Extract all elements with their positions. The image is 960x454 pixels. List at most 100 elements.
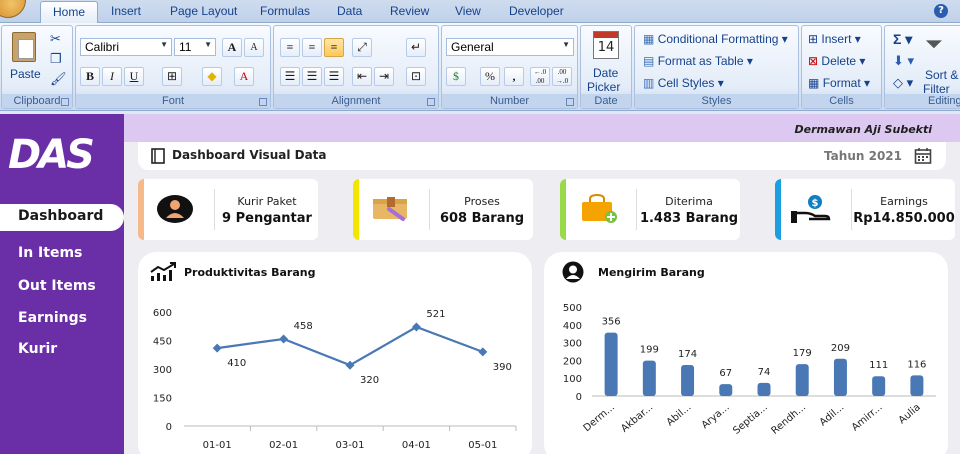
- font-launcher-icon[interactable]: [259, 98, 267, 106]
- comma-button[interactable]: ,: [504, 67, 524, 86]
- number-group-label: Number: [442, 94, 577, 108]
- office-button[interactable]: [0, 0, 26, 18]
- date-picker-label-2[interactable]: Picker: [587, 80, 620, 94]
- copy-icon[interactable]: ❐: [50, 51, 62, 67]
- bar: [719, 384, 733, 396]
- cell-styles-label: Cell Styles: [657, 76, 715, 90]
- sidebar-item-dashboard[interactable]: Dashboard: [0, 204, 124, 231]
- increase-indent-icon[interactable]: ⇥: [374, 67, 394, 86]
- sort-filter-label-1[interactable]: Sort &: [925, 68, 958, 82]
- number-format-combo[interactable]: General ▼: [446, 38, 574, 56]
- increase-decimal-button[interactable]: ←.0 .00: [530, 67, 550, 86]
- currency-icon[interactable]: $: [446, 67, 466, 86]
- shrink-font-button[interactable]: A: [244, 38, 264, 57]
- conditional-formatting-icon: ▦: [643, 32, 655, 46]
- delete-cells-button[interactable]: ⊠ Delete ▾: [808, 54, 865, 68]
- date-picker-label-1[interactable]: Date: [593, 66, 618, 80]
- clear-icon[interactable]: ◇ ▾: [893, 75, 913, 91]
- cell-styles-icon: ▥: [643, 76, 655, 90]
- sort-filter-icon[interactable]: ⏷: [925, 31, 943, 57]
- cell-styles-button[interactable]: ▥ Cell Styles ▾: [643, 76, 724, 90]
- tab-view[interactable]: View: [455, 4, 481, 18]
- decrease-indent-icon[interactable]: ⇤: [352, 67, 372, 86]
- user-icon: [157, 195, 193, 223]
- das-logo: DAS: [8, 132, 95, 178]
- orientation-icon[interactable]: ⤢: [352, 38, 372, 57]
- cut-icon[interactable]: ✂: [50, 31, 61, 47]
- format-cells-button[interactable]: ▦ Format ▾: [808, 76, 870, 90]
- autosum-icon[interactable]: Σ ▾: [893, 31, 912, 48]
- font-name-combo[interactable]: Calibri ▼: [80, 38, 172, 56]
- tab-data[interactable]: Data: [337, 4, 362, 18]
- package-icon: [373, 197, 407, 221]
- tab-home[interactable]: Home: [40, 1, 99, 24]
- align-right-icon[interactable]: ☰: [324, 67, 344, 86]
- sidebar-item-out-items[interactable]: Out Items: [18, 278, 96, 294]
- y-tick-label: 300: [153, 365, 172, 376]
- grow-font-button[interactable]: A: [222, 38, 242, 57]
- line-data-label: 320: [360, 375, 379, 386]
- kpi-value: 608 Barang: [439, 211, 525, 226]
- underline-button[interactable]: U: [124, 67, 144, 86]
- clipboard-launcher-icon[interactable]: [61, 98, 69, 106]
- x-tick-label: 05-01: [468, 440, 497, 451]
- decrease-decimal-button[interactable]: .00 →.0: [552, 67, 572, 86]
- money-hand-icon: $: [791, 195, 831, 223]
- year-label: Tahun 2021: [824, 149, 902, 163]
- format-painter-icon[interactable]: 🖌: [50, 71, 67, 87]
- tab-insert[interactable]: Insert: [111, 4, 141, 18]
- format-as-table-button[interactable]: ▤ Format as Table ▾: [643, 54, 753, 68]
- align-middle-icon[interactable]: ≡: [302, 38, 322, 57]
- percent-button[interactable]: %: [480, 67, 500, 86]
- svg-text:$: $: [812, 198, 819, 209]
- font-color-icon[interactable]: A: [234, 67, 254, 86]
- number-launcher-icon[interactable]: [566, 98, 574, 106]
- tab-developer[interactable]: Developer: [509, 4, 564, 18]
- bag-add-icon: [582, 193, 617, 223]
- italic-button[interactable]: I: [102, 67, 122, 86]
- borders-icon[interactable]: ⊞: [162, 67, 182, 86]
- group-clipboard: Paste ✂ ❐ 🖌 Clipboard: [1, 25, 73, 109]
- fill-icon[interactable]: ⬇ ▾: [893, 53, 914, 69]
- help-icon[interactable]: ?: [934, 4, 948, 18]
- page-title: Dashboard Visual Data: [172, 148, 327, 162]
- dashboard-main: Dermawan Aji Subekti Dashboard Visual Da…: [124, 114, 960, 454]
- sidebar-item-earnings[interactable]: Earnings: [18, 310, 87, 326]
- merge-center-icon[interactable]: ⊡: [406, 67, 426, 86]
- y-tick-label: 0: [166, 422, 172, 433]
- alignment-launcher-icon[interactable]: [427, 98, 435, 106]
- kpi-strip: [775, 179, 781, 240]
- align-left-icon[interactable]: ☰: [280, 67, 300, 86]
- align-top-icon[interactable]: ≡: [280, 38, 300, 57]
- insert-cells-button[interactable]: ⊞ Insert ▾: [808, 32, 861, 46]
- bar: [795, 364, 809, 396]
- paste-icon[interactable]: [12, 32, 36, 62]
- y-tick-label: 150: [153, 394, 172, 405]
- tab-formulas[interactable]: Formulas: [260, 4, 310, 18]
- wrap-text-icon[interactable]: ↵: [406, 38, 426, 57]
- tab-review[interactable]: Review: [390, 4, 429, 18]
- line-data-label: 410: [227, 358, 246, 369]
- font-size-combo[interactable]: 11 ▼: [174, 38, 216, 56]
- calendar-icon[interactable]: [914, 147, 932, 165]
- kpi-label: Kurir Paket: [237, 195, 297, 208]
- bar-chart: 0 100 200 300 400 500 356 Derm... 199 Akbar... 174…: [563, 303, 936, 437]
- author-name: Dermawan Aji Subekti: [794, 123, 932, 136]
- tab-page-layout[interactable]: Page Layout: [170, 4, 237, 18]
- paste-button[interactable]: Paste: [10, 67, 41, 81]
- sidebar-item-in-items[interactable]: In Items: [18, 245, 82, 261]
- line-chart: 0 150 300 450 600 01-01 02-01 03-01 04-01 05-01 41…: [153, 308, 517, 451]
- align-center-icon[interactable]: ☰: [302, 67, 322, 86]
- group-styles: ▦ Conditional Formatting ▾ ▤ Format as T…: [634, 25, 799, 109]
- align-bottom-icon[interactable]: ≡: [324, 38, 344, 57]
- fill-color-icon[interactable]: ◆: [202, 67, 222, 86]
- calendar-icon[interactable]: 14: [593, 31, 619, 59]
- y-tick-label: 450: [153, 337, 172, 348]
- line-data-label: 458: [294, 321, 313, 332]
- x-tick-label: Akbar...: [619, 402, 655, 435]
- bold-button[interactable]: B: [80, 67, 100, 86]
- conditional-formatting-button[interactable]: ▦ Conditional Formatting ▾: [643, 32, 788, 46]
- bar: [833, 358, 847, 396]
- sidebar-item-kurir[interactable]: Kurir: [18, 341, 57, 357]
- group-date: 14 Date Picker Date: [580, 25, 632, 109]
